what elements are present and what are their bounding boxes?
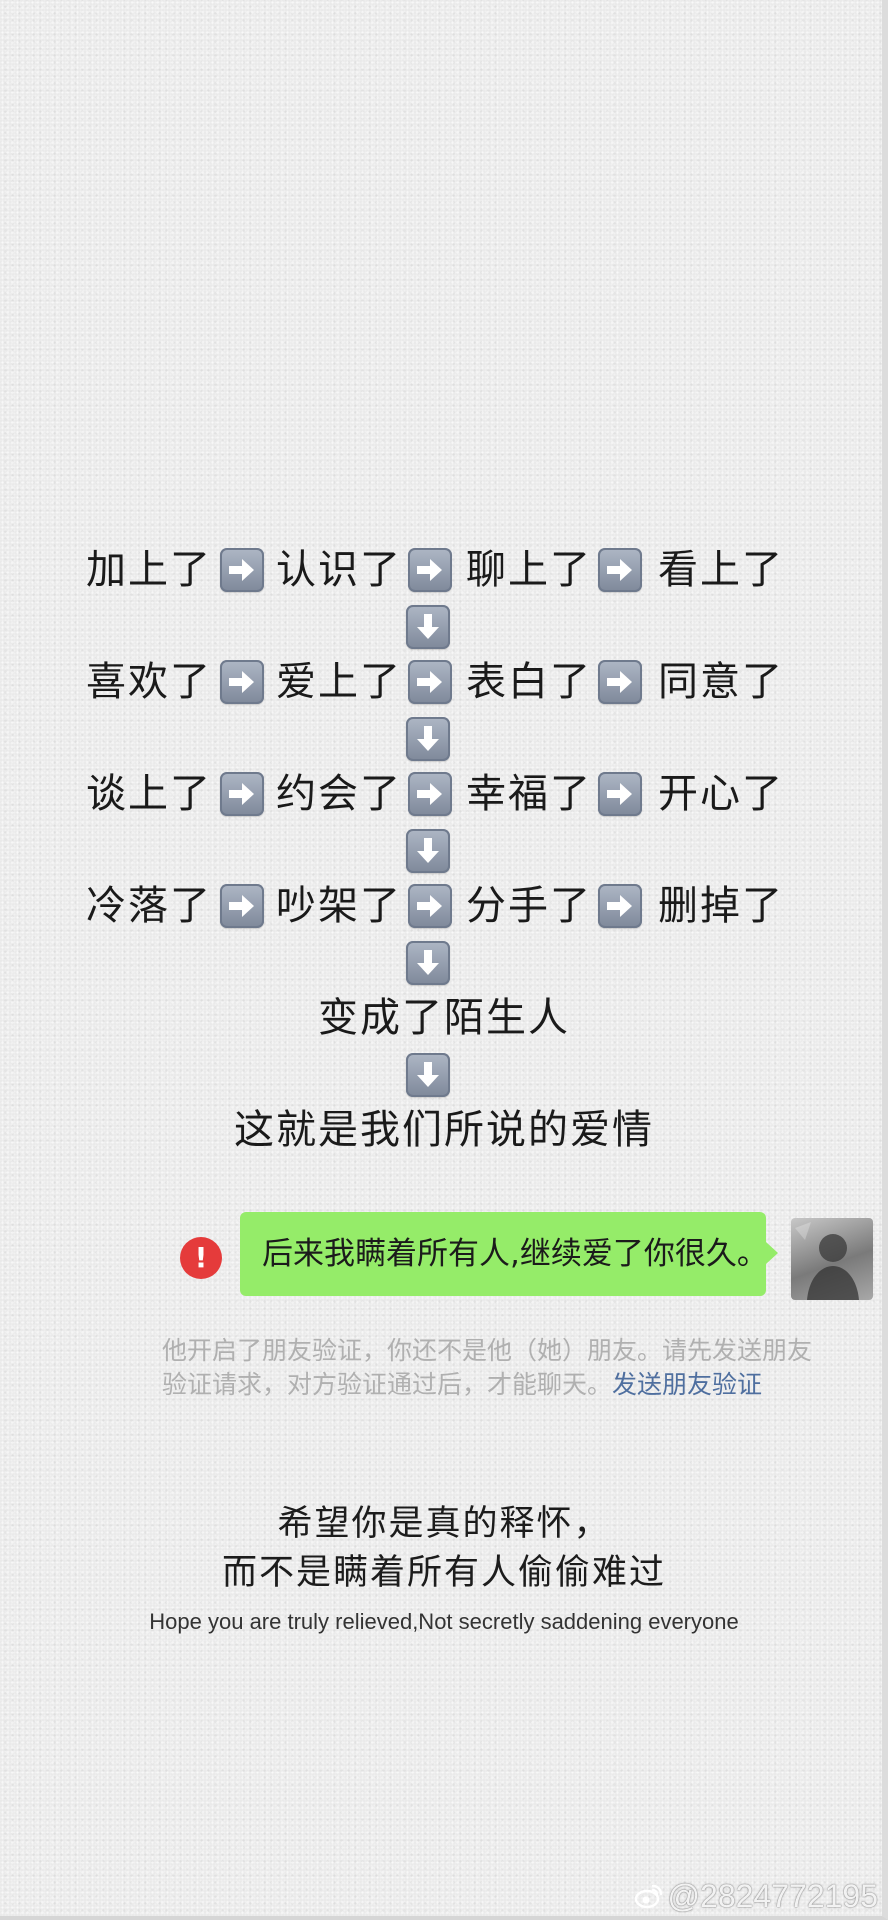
flow-word: 约会了: [276, 771, 402, 817]
right-arrow-icon: [408, 660, 452, 704]
flow-word: 幸福了: [466, 771, 592, 817]
flow-word: 聊上了: [466, 547, 592, 593]
right-arrow-icon: [220, 660, 264, 704]
flow-word: 谈上了: [86, 771, 212, 817]
flow-word: 认识了: [276, 547, 402, 593]
flow-word: 吵架了: [276, 883, 402, 929]
avatar[interactable]: [791, 1218, 873, 1300]
right-arrow-icon: [598, 548, 642, 592]
down-arrow-icon: [406, 605, 450, 649]
quote-line-1: 希望你是真的释怀，: [277, 1504, 611, 1544]
flow-row-3: 谈上了 约会了 幸福了 开心了: [86, 766, 786, 822]
down-arrow-icon: [406, 829, 450, 873]
flow-word: 看上了: [658, 547, 784, 593]
watermark: @2824772195: [634, 1876, 878, 1916]
down-arrow-icon: [406, 717, 450, 761]
flow-word: 爱上了: [276, 659, 402, 705]
right-arrow-icon: [408, 548, 452, 592]
down-arrow-icon: [406, 1053, 450, 1097]
flow-row-1: 加上了 认识了 聊上了 看上了: [86, 542, 786, 598]
flow-word: 分手了: [466, 883, 592, 929]
down-arrow-icon: [406, 941, 450, 985]
system-notice: 他开启了朋友验证，你还不是他（她）朋友。请先发送朋友验证请求，对方验证通过后，才…: [162, 1334, 832, 1402]
chat-message-row: ! 后来我瞒着所有人,继续爱了你很久。: [0, 1212, 888, 1322]
send-friend-request-link[interactable]: 发送朋友验证: [612, 1370, 762, 1399]
flow-word: 表白了: [466, 659, 592, 705]
right-arrow-icon: [598, 660, 642, 704]
watermark-text: @2824772195: [667, 1877, 878, 1914]
right-arrow-icon: [598, 772, 642, 816]
flow-word: 删掉了: [658, 883, 784, 929]
flow-line-strangers: 变成了陌生人: [318, 995, 570, 1041]
quote-english: Hope you are truly relieved,Not secretly…: [149, 1609, 739, 1634]
right-arrow-icon: [220, 772, 264, 816]
right-arrow-icon: [220, 548, 264, 592]
flow-word: 同意了: [658, 659, 784, 705]
flow-word: 加上了: [86, 547, 212, 593]
send-failed-icon[interactable]: !: [180, 1237, 222, 1279]
flow-word: 开心了: [658, 771, 784, 817]
flow-line-love: 这就是我们所说的爱情: [234, 1107, 654, 1153]
flow-row-4: 冷落了 吵架了 分手了 删掉了: [86, 878, 786, 934]
quote-line-2: 而不是瞒着所有人偷偷难过: [221, 1553, 666, 1593]
right-arrow-icon: [220, 884, 264, 928]
flow-word: 喜欢了: [86, 659, 212, 705]
flow-row-2: 喜欢了 爱上了 表白了 同意了: [86, 654, 786, 710]
message-bubble[interactable]: 后来我瞒着所有人,继续爱了你很久。: [240, 1212, 778, 1296]
right-arrow-icon: [408, 884, 452, 928]
right-arrow-icon: [408, 772, 452, 816]
weibo-logo-icon: [634, 1884, 662, 1909]
flow-word: 冷落了: [86, 883, 212, 929]
right-arrow-icon: [598, 884, 642, 928]
